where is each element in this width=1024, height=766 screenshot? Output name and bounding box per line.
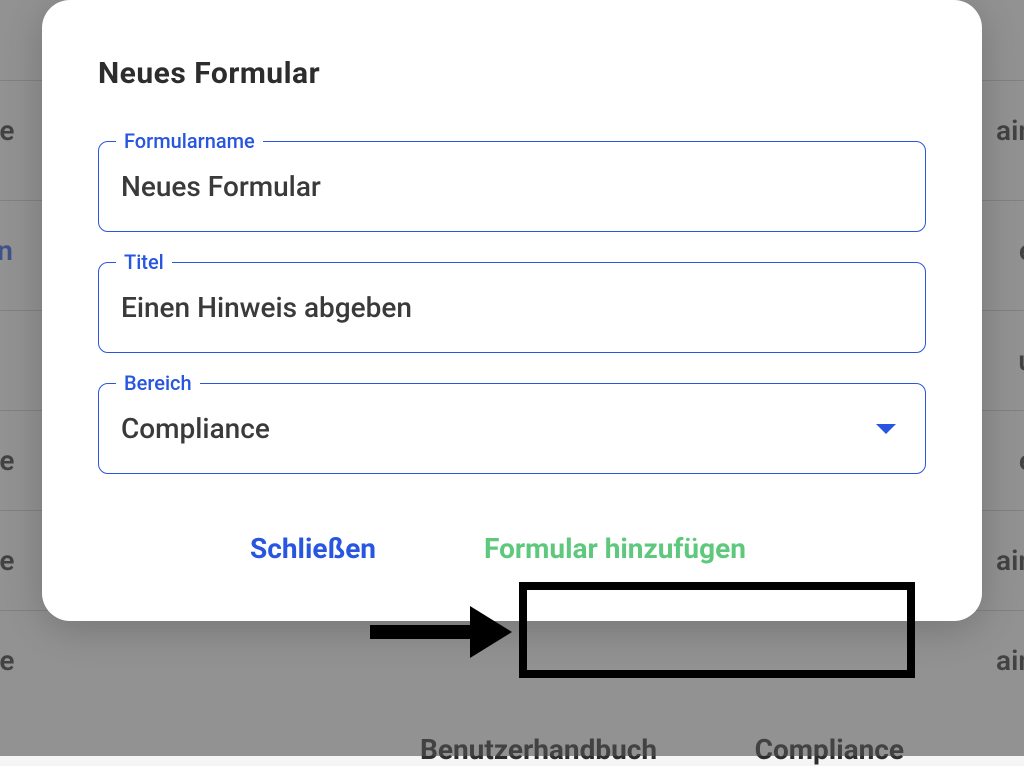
title-label: Titel — [116, 250, 172, 274]
new-form-modal: Neues Formular Formularname Titel Bereic… — [42, 0, 982, 621]
add-form-button[interactable]: Formular hinzufügen — [456, 516, 774, 581]
formname-input[interactable] — [98, 141, 926, 232]
title-input[interactable] — [98, 262, 926, 353]
modal-actions: Schließen Formular hinzufügen — [98, 516, 926, 581]
area-field-wrapper: Bereich — [98, 383, 926, 474]
formname-field-wrapper: Formularname — [98, 141, 926, 232]
close-button[interactable]: Schließen — [250, 532, 376, 565]
area-select[interactable] — [98, 383, 926, 474]
title-field-wrapper: Titel — [98, 262, 926, 353]
modal-title: Neues Formular — [98, 56, 926, 91]
formname-label: Formularname — [116, 129, 263, 153]
area-label: Bereich — [116, 371, 200, 395]
